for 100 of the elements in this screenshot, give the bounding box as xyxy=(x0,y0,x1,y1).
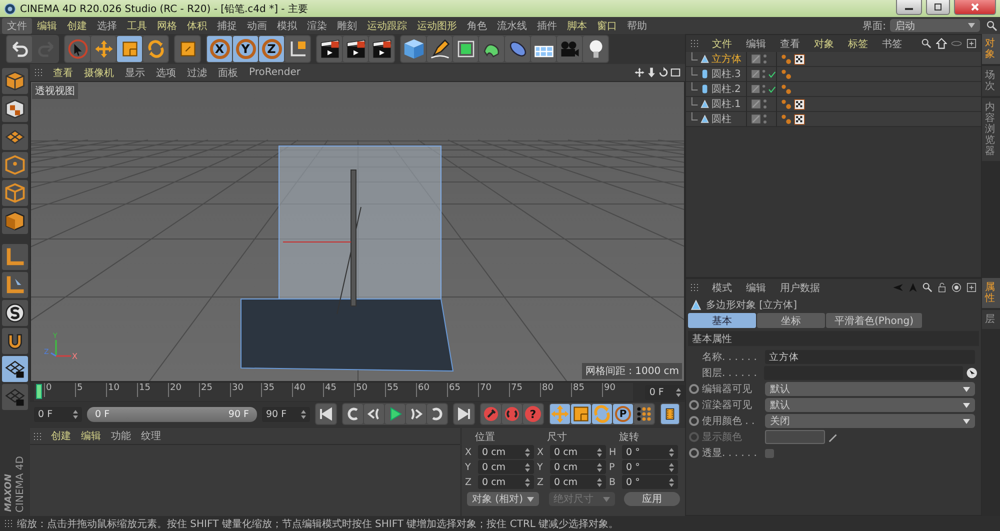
menu-item[interactable]: 纹理 xyxy=(136,428,166,444)
coordinate-mode-dropdown[interactable]: 对象 (相对) xyxy=(467,492,539,506)
coordinate-field[interactable]: 0 ° xyxy=(622,475,678,489)
tool-button[interactable] xyxy=(2,328,28,354)
menu-item[interactable]: 渲染 xyxy=(302,18,332,34)
animation-toggle[interactable] xyxy=(689,448,699,458)
zoom-arrow-icon[interactable] xyxy=(646,67,657,78)
menu-item[interactable]: 功能 xyxy=(106,428,136,444)
target-icon[interactable] xyxy=(951,282,962,293)
tool-button[interactable] xyxy=(2,300,28,326)
name-field[interactable]: 立方体 xyxy=(765,350,975,364)
axis-lock-button[interactable]: X xyxy=(207,36,232,62)
menu-item[interactable]: 模式 xyxy=(707,280,737,296)
menu-item[interactable]: 选项 xyxy=(151,64,181,80)
new-window-icon[interactable] xyxy=(966,38,977,49)
key-mode-button[interactable] xyxy=(634,404,654,424)
timeline-button[interactable] xyxy=(661,404,679,424)
menu-item[interactable]: 选择 xyxy=(92,18,122,34)
coordinate-field[interactable]: 0 cm xyxy=(478,475,534,489)
menu-item[interactable]: 查看 xyxy=(48,64,78,80)
tool-button[interactable] xyxy=(2,96,28,122)
menu-item[interactable]: 标签 xyxy=(843,36,873,52)
tab[interactable]: 基本 xyxy=(688,313,756,328)
animation-toggle[interactable] xyxy=(689,400,699,410)
menu-item[interactable]: 动画 xyxy=(242,18,272,34)
layout-dropdown[interactable]: 启动 xyxy=(890,19,980,32)
close-button[interactable] xyxy=(954,0,996,15)
menu-item[interactable]: 帮助 xyxy=(622,18,652,34)
side-tab[interactable]: 层 xyxy=(982,310,1000,329)
playback-button[interactable] xyxy=(427,404,447,424)
playback-button[interactable] xyxy=(406,404,426,424)
keyframe-button[interactable] xyxy=(481,404,501,424)
menu-item[interactable]: 显示 xyxy=(120,64,150,80)
menu-item[interactable]: 雕刻 xyxy=(332,18,362,34)
menu-item[interactable]: 摄像机 xyxy=(79,64,119,80)
menu-item[interactable]: 编辑 xyxy=(741,280,771,296)
animation-toggle[interactable] xyxy=(689,416,699,426)
coordinate-field[interactable]: 0 ° xyxy=(622,460,678,474)
unlock-icon[interactable] xyxy=(937,282,947,293)
axis-lock-button[interactable]: Y xyxy=(233,36,258,62)
new-window-icon[interactable] xyxy=(966,282,977,293)
side-tab[interactable]: 属性 xyxy=(982,278,1000,308)
object-row[interactable]: 立方体 xyxy=(686,52,981,67)
key-mode-button[interactable]: P xyxy=(613,404,633,424)
coordinate-field[interactable]: 0 cm xyxy=(550,445,606,459)
search-icon[interactable] xyxy=(921,38,932,49)
menu-item[interactable]: 脚本 xyxy=(562,18,592,34)
tool-button[interactable] xyxy=(531,36,556,62)
checkbox[interactable] xyxy=(765,448,774,458)
menu-item[interactable]: 创建 xyxy=(62,18,92,34)
menu-item[interactable]: 工具 xyxy=(122,18,152,34)
menu-item[interactable]: 窗口 xyxy=(592,18,622,34)
pan-icon[interactable] xyxy=(634,67,645,78)
axis-lock-button[interactable]: Z xyxy=(259,36,284,62)
playback-button[interactable] xyxy=(385,404,405,424)
menu-item[interactable]: 编辑 xyxy=(741,36,771,52)
coordinate-field[interactable]: 0 cm xyxy=(550,475,606,489)
side-tab[interactable]: 对象 xyxy=(982,34,1000,64)
home-icon[interactable] xyxy=(936,38,947,49)
tool-button[interactable] xyxy=(317,36,342,62)
menu-item[interactable]: 书签 xyxy=(877,36,907,52)
playback-button[interactable] xyxy=(454,404,474,424)
playback-button[interactable] xyxy=(343,404,363,424)
menu-item[interactable]: 运动图形 xyxy=(412,18,462,34)
tool-button[interactable] xyxy=(369,36,394,62)
menu-item[interactable]: 运动跟踪 xyxy=(362,18,412,34)
key-mode-button[interactable] xyxy=(571,404,591,424)
tool-button[interactable] xyxy=(2,208,28,234)
menu-item[interactable]: 流水线 xyxy=(492,18,532,34)
tab[interactable]: 坐标 xyxy=(757,313,825,328)
object-row[interactable]: 圆柱.3 xyxy=(686,67,981,82)
side-tab[interactable]: 内容浏览器 xyxy=(982,98,1000,161)
coordinate-field[interactable]: 0 cm xyxy=(478,445,534,459)
coordinate-field[interactable]: 0 cm xyxy=(550,460,606,474)
tab[interactable]: 平滑着色(Phong) xyxy=(826,313,922,328)
keyframe-button[interactable]: ? xyxy=(523,404,543,424)
rotate-view-icon[interactable] xyxy=(658,67,669,78)
menu-item[interactable]: 创建 xyxy=(46,428,76,444)
menu-item[interactable]: 角色 xyxy=(462,18,492,34)
eye-icon[interactable] xyxy=(951,38,962,49)
tool-button[interactable] xyxy=(343,36,368,62)
timeline-ruler[interactable]: 0 5 10 15 20 25 30 35 40 45 50 55 60 65 70 75 80 85 90 xyxy=(34,383,633,401)
menu-item[interactable]: 模拟 xyxy=(272,18,302,34)
apply-button[interactable]: 应用 xyxy=(624,492,680,506)
dropdown[interactable]: 关闭 xyxy=(765,414,975,428)
menu-item[interactable]: 编辑 xyxy=(32,18,62,34)
object-row[interactable]: 圆柱.1 xyxy=(686,97,981,112)
menu-item[interactable]: 编辑 xyxy=(76,428,106,444)
search-icon[interactable] xyxy=(922,282,933,293)
menu-item[interactable]: 用户数据 xyxy=(775,280,825,296)
menu-item[interactable]: 面板 xyxy=(213,64,243,80)
dropdown[interactable]: 默认 xyxy=(765,382,975,396)
tool-button[interactable] xyxy=(2,356,28,382)
keyframe-button[interactable] xyxy=(502,404,522,424)
pick-icon[interactable] xyxy=(966,367,978,379)
menu-item[interactable]: 对象 xyxy=(809,36,839,52)
playback-button[interactable] xyxy=(364,404,384,424)
menu-item[interactable]: 查看 xyxy=(775,36,805,52)
object-row[interactable]: 圆柱 xyxy=(686,112,981,127)
menu-item[interactable]: 文件 xyxy=(2,18,32,34)
